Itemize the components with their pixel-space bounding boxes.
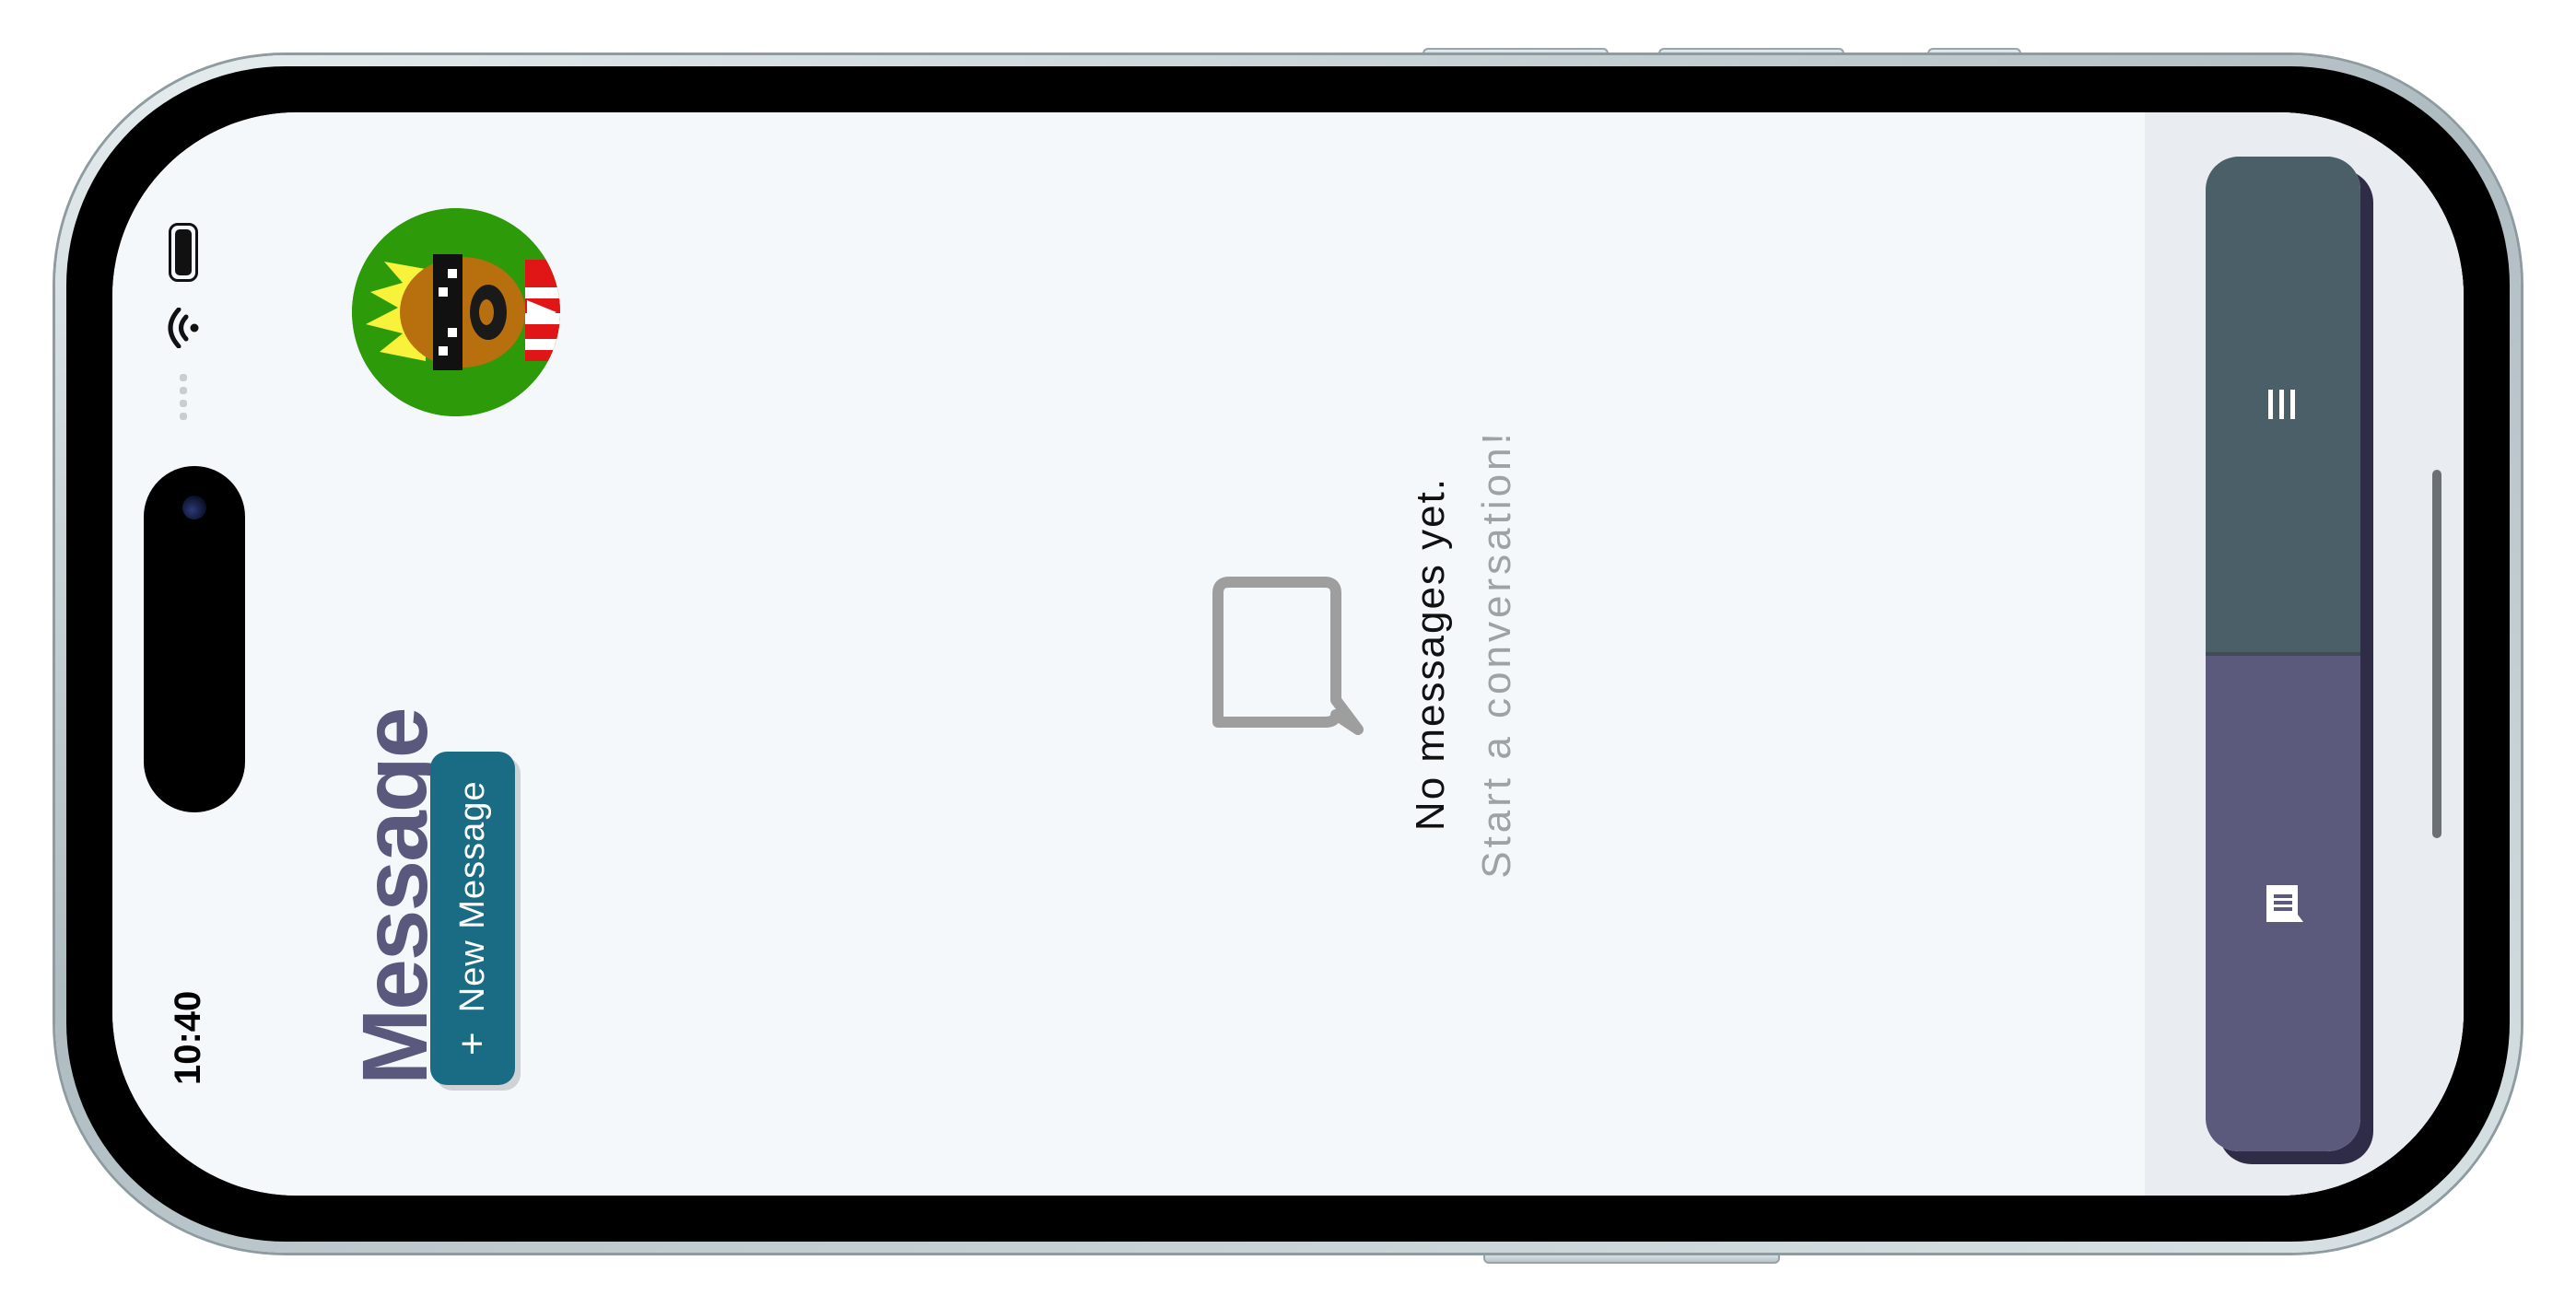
status-icons [168,223,199,420]
avatar[interactable] [352,208,560,416]
new-message-button[interactable]: + New Message [430,751,515,1085]
power-button [1483,1251,1780,1264]
home-indicator[interactable] [2432,470,2441,838]
screen: 10:40 Message + New Message No messages … [112,112,2464,1196]
avatar-character-icon [352,208,560,416]
empty-state-subtitle: Start a conversation! [1474,429,1519,879]
nav-item-messages[interactable] [2206,652,2360,1151]
bottom-nav [2206,157,2360,1151]
bottom-nav-area [2145,112,2464,1196]
status-time: 10:40 [168,990,208,1085]
chat-icon [2266,885,2303,922]
nav-item-menu[interactable] [2206,157,2360,652]
wifi-icon [168,308,199,348]
signal-icon [180,374,187,420]
menu-icon [2268,390,2295,419]
messages-app: 10:40 Message + New Message No messages … [112,112,2464,1196]
plus-icon: + [450,1031,495,1056]
status-bar: 10:40 [112,112,245,1196]
new-message-label: New Message [452,780,492,1013]
battery-icon [169,223,198,282]
camera-icon [182,496,206,519]
empty-state: No messages yet. Start a conversation! [1200,112,1520,1196]
dynamic-island [144,466,245,812]
empty-state-title: No messages yet. [1408,476,1453,832]
chat-bubble-icon [1212,577,1364,735]
